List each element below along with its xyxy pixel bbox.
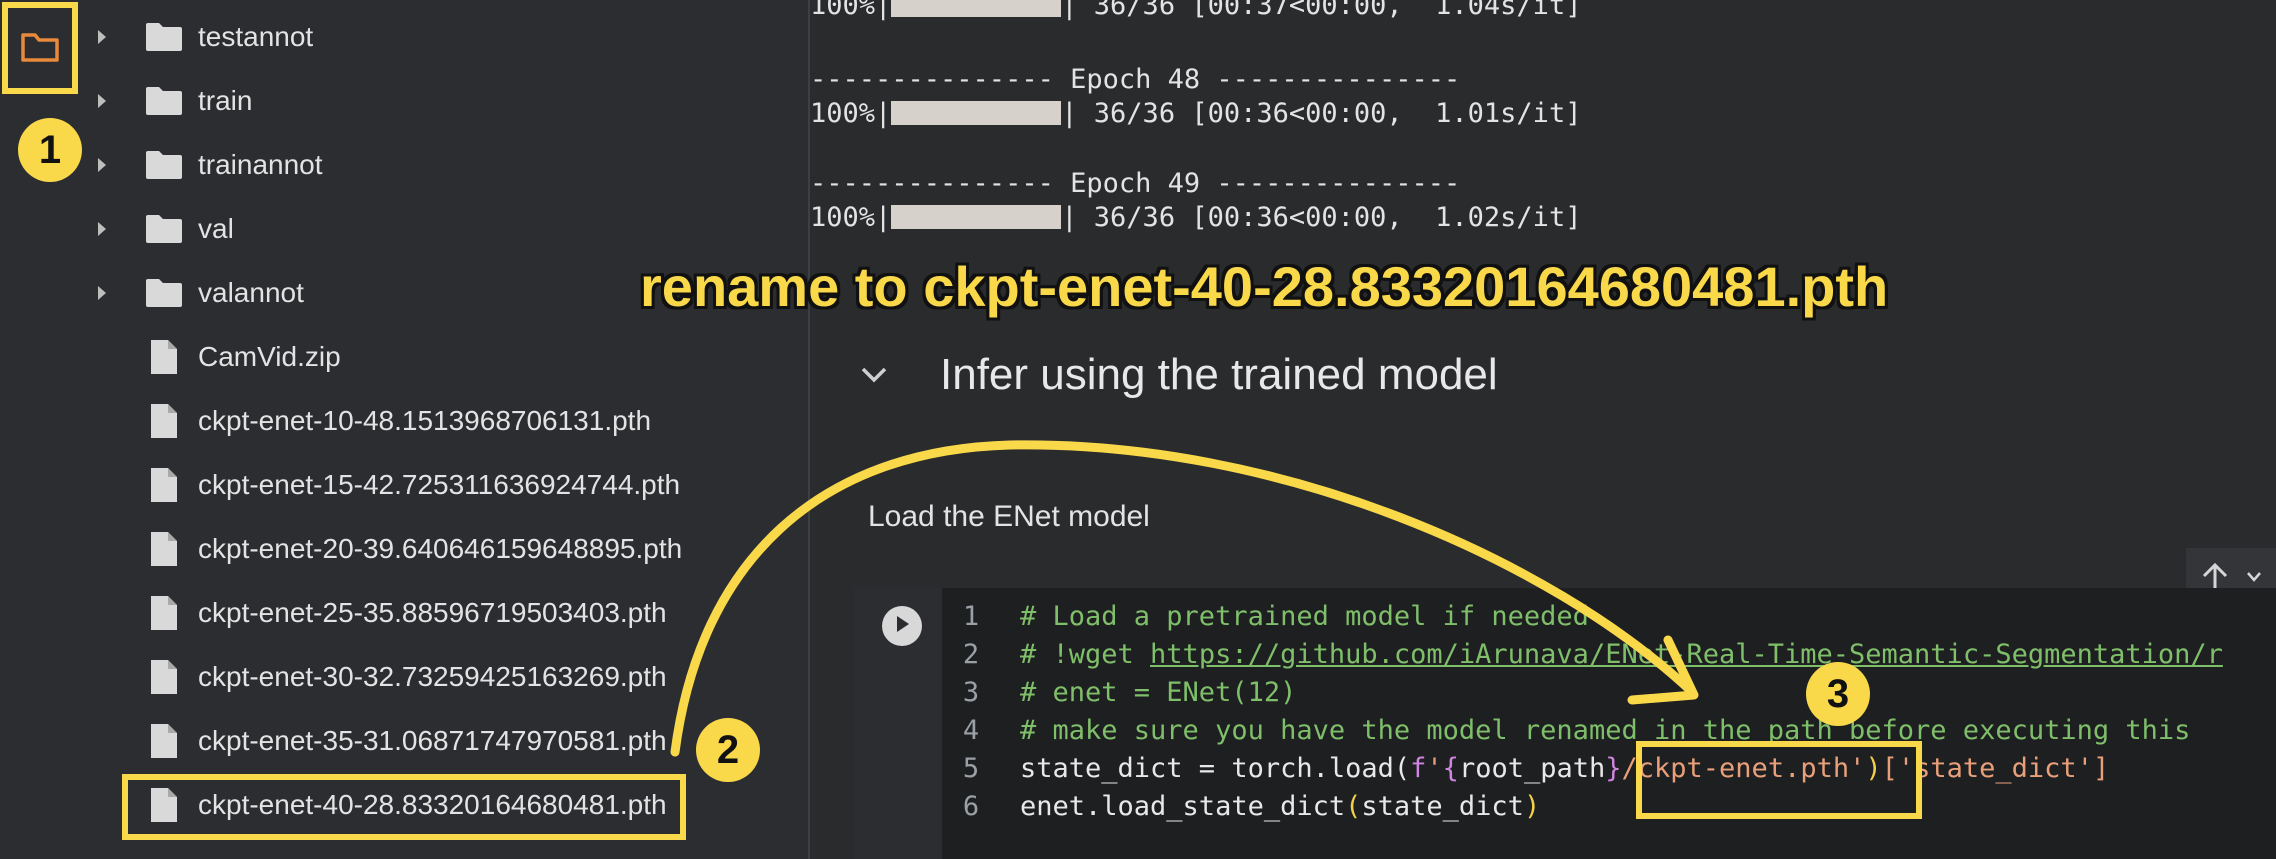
step-badge-3: 3 — [1806, 662, 1870, 726]
highlight-box-code-path — [1636, 741, 1922, 819]
step-badge-1: 1 — [18, 118, 82, 182]
instruction-caption: rename to ckpt-enet-40-28.83320164680481… — [640, 255, 1889, 318]
step-badge-2: 2 — [696, 718, 760, 782]
annotation-arrow — [670, 440, 1699, 757]
